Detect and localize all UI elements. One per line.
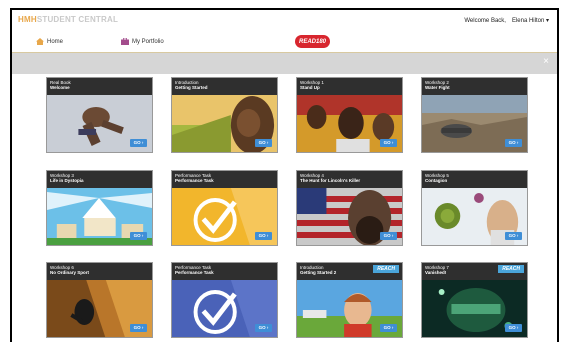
app-window: HMHSTUDENT CENTRAL Welcome Back, Elena Hi…: [10, 8, 559, 342]
workshop-tile-introduction[interactable]: Introduction Getting Started GO ›: [171, 77, 278, 153]
welcome-text: Welcome Back, Elena Hilton ▾: [464, 18, 549, 24]
go-button[interactable]: GO ›: [380, 139, 397, 147]
workshop-tile-performance-task-2[interactable]: Performance Task Performance Task GO ›: [171, 262, 278, 338]
tile-header: Workshop 2 Water Fight: [422, 78, 527, 95]
nav-home[interactable]: Home: [36, 38, 63, 45]
nav-portfolio[interactable]: My Portfolio: [121, 38, 164, 45]
tile-header: Workshop 5 Contagion: [422, 171, 527, 188]
workshop-tile-workshop-3[interactable]: Workshop 3 Life in Dystopia GO ›: [46, 170, 153, 246]
tile-header: Workshop 4 The Hunt for Lincoln's Killer: [297, 171, 402, 188]
workshop-tile-workshop-7[interactable]: Workshop 7 Vanished! REACH GO ›: [421, 262, 528, 338]
tile-header: Workshop 6 No Ordinary Sport: [47, 263, 152, 280]
tile-header: Performance Task Performance Task: [172, 171, 277, 188]
home-icon: [36, 38, 44, 45]
workshop-tile-workshop-6[interactable]: Workshop 6 No Ordinary Sport GO ›: [46, 262, 153, 338]
go-button[interactable]: GO ›: [255, 232, 272, 240]
portfolio-icon: [121, 38, 129, 45]
top-bar: HMHSTUDENT CENTRAL Welcome Back, Elena Hi…: [12, 10, 557, 32]
tile-header: Performance Task Performance Task: [172, 263, 277, 280]
workshop-tile-workshop-5[interactable]: Workshop 5 Contagion GO ›: [421, 170, 528, 246]
go-button[interactable]: GO ›: [130, 139, 147, 147]
go-button[interactable]: GO ›: [505, 232, 522, 240]
tile-header: Introduction Getting Started: [172, 78, 277, 95]
go-button[interactable]: GO ›: [130, 324, 147, 332]
go-button[interactable]: GO ›: [380, 232, 397, 240]
go-button[interactable]: GO ›: [505, 139, 522, 147]
workshop-tile-workshop-1[interactable]: Workshop 1 Stand Up GO ›: [296, 77, 403, 153]
workshop-tile-workshop-2[interactable]: Workshop 2 Water Fight GO ›: [421, 77, 528, 153]
read180-button[interactable]: READ180: [295, 35, 330, 48]
workshop-tile-introduction-2[interactable]: Introduction Getting Started 2 REACH GO ›: [296, 262, 403, 338]
tile-header: Real Book Welcome: [47, 78, 152, 95]
go-button[interactable]: GO ›: [255, 324, 272, 332]
workshop-tile-performance-task-1[interactable]: Performance Task Performance Task GO ›: [171, 170, 278, 246]
workshop-tile-real-book[interactable]: Real Book Welcome GO ›: [46, 77, 153, 153]
user-menu[interactable]: Elena Hilton ▾: [512, 18, 549, 24]
go-button[interactable]: GO ›: [505, 324, 522, 332]
brand-logo: HMHSTUDENT CENTRAL: [18, 15, 119, 24]
reach-badge: REACH: [373, 265, 399, 273]
close-icon[interactable]: ×: [543, 56, 549, 67]
workshop-tile-workshop-4[interactable]: Workshop 4 The Hunt for Lincoln's Killer …: [296, 170, 403, 246]
reach-badge: REACH: [498, 265, 524, 273]
tile-header: Workshop 3 Life in Dystopia: [47, 171, 152, 188]
banner-strip: ×: [12, 53, 557, 74]
go-button[interactable]: GO ›: [380, 324, 397, 332]
nav-bar: Home My Portfolio READ180: [12, 32, 557, 53]
go-button[interactable]: GO ›: [255, 139, 272, 147]
tile-header: Workshop 1 Stand Up: [297, 78, 402, 95]
go-button[interactable]: GO ›: [130, 232, 147, 240]
